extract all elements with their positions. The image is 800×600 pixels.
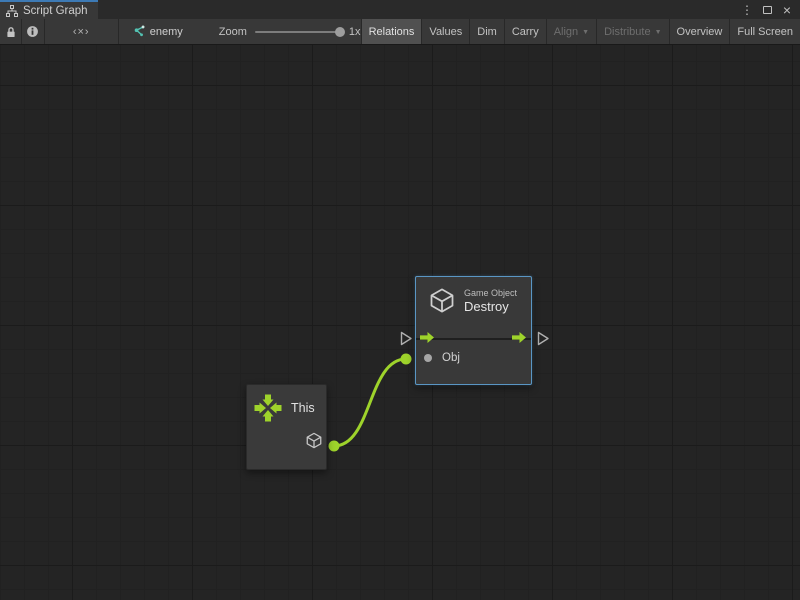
- toolbar-toggle-group: Relations Values Dim Carry Align ▼ Distr…: [361, 19, 800, 44]
- overview-button[interactable]: Overview: [670, 19, 730, 44]
- full-screen-button[interactable]: Full Screen: [730, 19, 800, 44]
- info-icon: [26, 25, 39, 38]
- zoom-slider-handle[interactable]: [335, 27, 345, 37]
- values-button[interactable]: Values: [422, 19, 469, 44]
- node-destroy-subtitle: Game Object: [464, 288, 517, 298]
- cube-icon: [428, 286, 456, 315]
- align-dropdown[interactable]: Align ▼: [547, 19, 596, 44]
- node-destroy-header: Game Object Destroy: [428, 286, 517, 315]
- node-this[interactable]: This: [246, 384, 327, 470]
- flow-out-arrow-icon[interactable]: [512, 331, 527, 344]
- wire-layer: [0, 45, 800, 600]
- obj-input-port[interactable]: Obj: [424, 352, 460, 364]
- cube-icon: [305, 431, 323, 450]
- tab-title: Script Graph: [23, 5, 88, 17]
- hierarchy-icon: [6, 5, 18, 17]
- wire-end-dot: [401, 354, 412, 365]
- graph-toolbar: ‹×› enemy Zoom 1x Relations Values Di: [0, 19, 800, 45]
- relations-button[interactable]: Relations: [362, 19, 422, 44]
- graph-reference[interactable]: enemy: [132, 19, 183, 44]
- zoom-control: Zoom 1x: [219, 19, 361, 44]
- wire-start-dot: [329, 441, 340, 452]
- graph-asset-icon: [132, 25, 145, 38]
- flow-output-triangle-icon[interactable]: [537, 331, 550, 346]
- title-bar: Script Graph ⋮ ×: [0, 0, 800, 19]
- graph-canvas[interactable]: This Game Object Destroy: [0, 45, 800, 600]
- port-dot-icon: [424, 354, 432, 362]
- graph-name: enemy: [150, 26, 183, 38]
- menu-icon[interactable]: ⋮: [739, 2, 755, 18]
- chevron-down-icon: ▼: [655, 29, 662, 36]
- connection-wire[interactable]: [334, 359, 406, 446]
- zoom-label: Zoom: [219, 26, 247, 38]
- info-button[interactable]: [22, 19, 43, 44]
- carry-button[interactable]: Carry: [505, 19, 546, 44]
- node-this-header: This: [253, 393, 315, 423]
- maximize-icon[interactable]: [759, 2, 775, 18]
- zoom-slider[interactable]: [255, 31, 341, 33]
- lock-button[interactable]: [0, 19, 21, 44]
- code-preview-toggle[interactable]: ‹×›: [45, 19, 118, 44]
- flow-input-triangle-icon[interactable]: [400, 331, 413, 346]
- flow-in-arrow-icon[interactable]: [420, 331, 435, 344]
- tab-script-graph[interactable]: Script Graph: [0, 0, 98, 19]
- node-destroy-title: Destroy: [464, 299, 517, 314]
- lock-icon: [5, 26, 17, 38]
- node-this-title: This: [291, 401, 315, 415]
- distribute-dropdown[interactable]: Distribute ▼: [597, 19, 668, 44]
- this-converge-icon: [253, 393, 283, 423]
- dim-button[interactable]: Dim: [470, 19, 504, 44]
- node-destroy[interactable]: Game Object Destroy Obj: [415, 276, 532, 385]
- chevron-down-icon: ▼: [582, 29, 589, 36]
- this-gameobject-output-port[interactable]: [305, 431, 323, 455]
- zoom-value: 1x: [349, 26, 361, 38]
- script-graph-window: Script Graph ⋮ × ‹×›: [0, 0, 800, 600]
- obj-port-label: Obj: [442, 352, 460, 364]
- window-controls: ⋮ ×: [739, 0, 800, 19]
- close-icon[interactable]: ×: [779, 2, 795, 18]
